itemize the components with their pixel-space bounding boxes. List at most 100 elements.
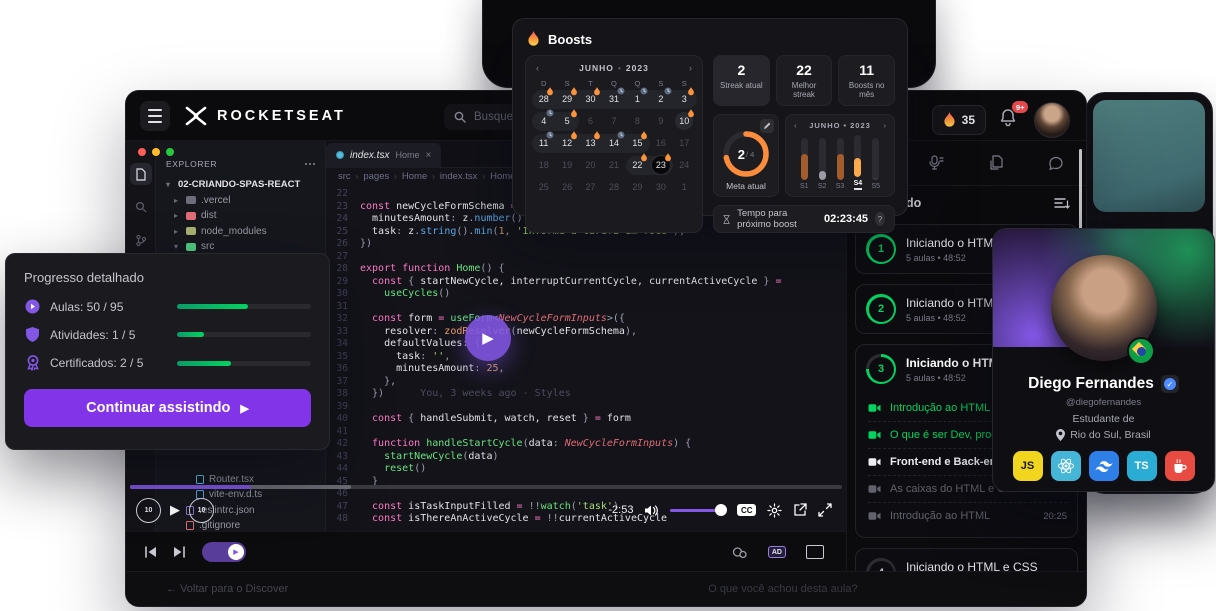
week-bar[interactable]: S3: [836, 138, 845, 190]
module-card[interactable]: 4Iniciando o HTML e CSS5 aulas • 48:52⌄: [855, 548, 1078, 571]
calendar-day[interactable]: 3: [673, 90, 696, 109]
java-badge[interactable]: [1165, 451, 1195, 481]
calendar-day[interactable]: 19: [555, 156, 578, 175]
calendar-day[interactable]: 27: [579, 178, 602, 197]
calendar-day[interactable]: 29: [555, 90, 578, 109]
volume-icon[interactable]: [644, 504, 659, 517]
react-badge[interactable]: [1051, 451, 1081, 481]
week-bar[interactable]: S5: [871, 138, 880, 190]
calendar-day[interactable]: 21: [602, 156, 625, 175]
theater-mode-icon[interactable]: [806, 545, 824, 559]
calendar-day[interactable]: 17: [673, 134, 696, 153]
calendar-day[interactable]: 22: [626, 156, 649, 175]
calendar-day[interactable]: 16: [649, 134, 672, 153]
calendar-day[interactable]: 26: [555, 178, 578, 197]
scrollbar[interactable]: [1079, 149, 1082, 233]
calendar-day[interactable]: 31: [602, 90, 625, 109]
breadcrumb-item[interactable]: src: [338, 171, 351, 182]
explorer-more-icon[interactable]: [305, 163, 315, 165]
calendar-day[interactable]: 28: [532, 90, 555, 109]
calendar-day[interactable]: 7: [602, 112, 625, 131]
weeks-next-icon[interactable]: ›: [883, 121, 886, 130]
brazil-flag-badge: [1127, 337, 1155, 365]
user-avatar[interactable]: [1034, 102, 1070, 138]
goal-gauge: 2 / 4: [721, 129, 771, 179]
js-badge[interactable]: JS: [1013, 451, 1043, 481]
play-button[interactable]: ▶: [170, 502, 180, 518]
calendar-day[interactable]: 30: [579, 90, 602, 109]
notifications-button[interactable]: 9+: [998, 108, 1022, 132]
breadcrumb-item[interactable]: Home: [402, 171, 427, 182]
tab-close-icon[interactable]: ×: [425, 150, 431, 161]
settings-gear-icon[interactable]: [767, 503, 782, 518]
ts-badge[interactable]: TS: [1127, 451, 1157, 481]
calendar-day[interactable]: 10: [673, 112, 696, 131]
tree-item[interactable]: ▸.vercel: [166, 193, 325, 209]
calendar-day[interactable]: 1: [673, 178, 696, 197]
tree-item[interactable]: ▸dist: [166, 208, 325, 224]
calendar-day[interactable]: 8: [626, 112, 649, 131]
calendar-prev-icon[interactable]: ‹: [536, 63, 539, 73]
calendar-day[interactable]: 1: [626, 90, 649, 109]
back-to-discover-link[interactable]: ← Voltar para o Discover: [166, 583, 288, 595]
calendar-day[interactable]: 13: [579, 134, 602, 153]
captions-button[interactable]: CC: [737, 504, 756, 516]
open-external-icon[interactable]: [793, 503, 807, 517]
lesson-item[interactable]: Introdução ao HTML20:25: [868, 502, 1067, 529]
calendar-day[interactable]: 15: [626, 134, 649, 153]
calendar-day[interactable]: 5: [555, 112, 578, 131]
tab-transcript[interactable]: [907, 155, 967, 171]
calendar-day[interactable]: 23: [649, 156, 672, 175]
sort-icon[interactable]: [1054, 197, 1070, 209]
week-bar[interactable]: S2: [818, 138, 827, 190]
previous-lesson-icon[interactable]: [144, 546, 157, 558]
code-line: 33 resolver: zodResolver(newCycleFormSch…: [326, 326, 846, 339]
calendar-day[interactable]: 24: [673, 156, 696, 175]
verified-badge-icon: ✓: [1161, 375, 1179, 393]
calendar-day[interactable]: 2: [649, 90, 672, 109]
menu-button[interactable]: [140, 101, 170, 131]
calendar-next-icon[interactable]: ›: [689, 63, 692, 73]
video-play-overlay-button[interactable]: ▶: [465, 315, 511, 361]
breadcrumb-item[interactable]: index.tsx: [440, 171, 478, 182]
audio-tracks-icon[interactable]: [732, 546, 748, 559]
rewind-10-button[interactable]: 10: [136, 498, 161, 523]
flame-icon: [943, 112, 956, 128]
calendar-day[interactable]: 4: [532, 112, 555, 131]
autoplay-toggle[interactable]: ▶: [202, 542, 246, 562]
forward-10-button[interactable]: 10: [189, 498, 214, 523]
audio-description-button[interactable]: AD: [768, 546, 786, 558]
fullscreen-icon[interactable]: [818, 503, 832, 517]
week-bar[interactable]: S4: [854, 135, 863, 190]
calendar-day[interactable]: 12: [555, 134, 578, 153]
week-bar[interactable]: S1: [800, 138, 809, 190]
calendar-day[interactable]: 20: [579, 156, 602, 175]
tree-item[interactable]: ▸node_modules: [166, 224, 325, 240]
calendar-day[interactable]: 18: [532, 156, 555, 175]
video-scrubber[interactable]: [130, 485, 842, 489]
calendar-day[interactable]: 11: [532, 134, 555, 153]
continue-watching-button[interactable]: Continuar assistindo ▶: [24, 389, 311, 427]
breadcrumb-item[interactable]: pages: [363, 171, 389, 182]
calendar-day[interactable]: 25: [532, 178, 555, 197]
weeks-prev-icon[interactable]: ‹: [794, 121, 797, 130]
calendar-day[interactable]: 29: [626, 178, 649, 197]
rocketseat-logo[interactable]: ROCKETSEAT: [184, 106, 346, 126]
tree-root[interactable]: ▾02-CRIANDO-SPAS-REACT: [166, 177, 325, 193]
calendar-day[interactable]: 9: [649, 112, 672, 131]
calendar-day[interactable]: 30: [649, 178, 672, 197]
volume-slider[interactable]: [670, 509, 726, 512]
module-progress-ring: 1: [866, 234, 896, 264]
streak-counter[interactable]: 35: [932, 105, 986, 135]
tailwind-badge[interactable]: [1089, 451, 1119, 481]
help-icon[interactable]: ?: [875, 212, 885, 226]
calendar-day[interactable]: 28: [602, 178, 625, 197]
calendar-day[interactable]: 14: [602, 134, 625, 153]
next-lesson-icon[interactable]: [173, 546, 186, 558]
calendar-day[interactable]: 6: [579, 112, 602, 131]
folder-icon: [186, 196, 196, 204]
tab-comments[interactable]: [1026, 156, 1086, 171]
editor-tab[interactable]: index.tsx Home ×: [326, 143, 441, 167]
tab-materials[interactable]: [967, 155, 1027, 171]
code-line: 36 minutesAmount: 25,: [326, 363, 846, 376]
